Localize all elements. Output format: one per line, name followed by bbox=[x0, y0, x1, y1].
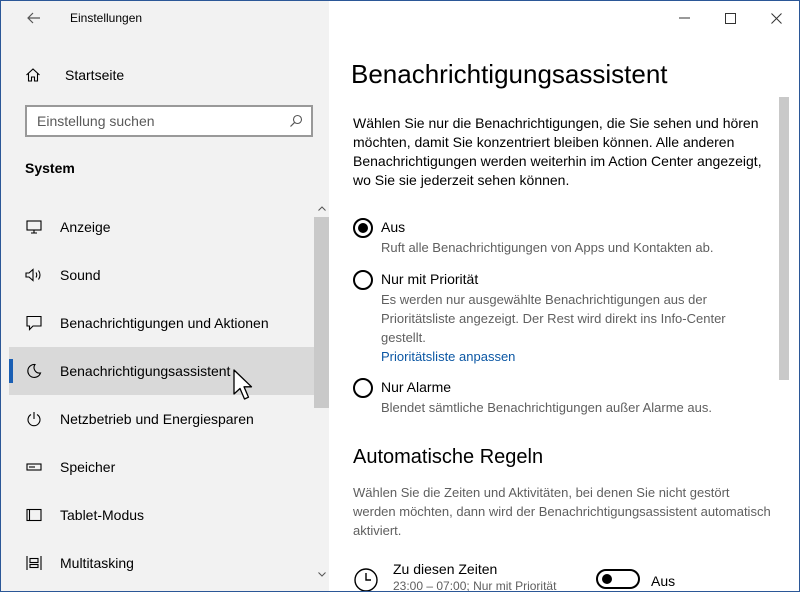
radio-description: Ruft alle Benachrichtigungen von Apps un… bbox=[381, 240, 714, 255]
minimize-button[interactable] bbox=[661, 1, 707, 35]
sidebar-item-label: Anzeige bbox=[60, 219, 111, 235]
sidebar-item-home[interactable]: Startseite bbox=[9, 57, 325, 93]
content-scrollbar[interactable] bbox=[777, 97, 791, 591]
sidebar-item-label: Netzbetrieb und Energiesparen bbox=[60, 411, 254, 427]
settings-window: Einstellungen Startseite Einstellung suc… bbox=[1, 1, 799, 591]
sidebar-item-benachrichtigungsassistent[interactable]: Benachrichtigungsassistent bbox=[9, 347, 314, 395]
sidebar-nav: Anzeige Sound Benachrichtigungen und Akt… bbox=[9, 203, 314, 587]
home-label: Startseite bbox=[65, 67, 125, 83]
maximize-icon bbox=[724, 12, 736, 24]
sidebar-item-benachrichtigungen[interactable]: Benachrichtigungen und Aktionen bbox=[9, 299, 314, 347]
radio-option-nur-prioritaet[interactable]: Nur mit Priorität Es werden nur ausgewäh… bbox=[353, 269, 773, 377]
radio-button[interactable] bbox=[353, 270, 373, 290]
rules-title: Automatische Regeln bbox=[353, 446, 544, 468]
close-button[interactable] bbox=[753, 1, 799, 35]
rule-row-times[interactable]: Zu diesen Zeiten 23:00 – 07:00; Nur mit … bbox=[353, 559, 773, 591]
tablet-icon bbox=[24, 508, 44, 522]
back-arrow-icon bbox=[27, 12, 40, 24]
home-icon bbox=[25, 67, 45, 83]
sidebar-item-label: Tablet-Modus bbox=[60, 507, 145, 523]
window-controls bbox=[661, 1, 799, 35]
speaker-icon bbox=[24, 268, 44, 282]
scroll-up-icon[interactable] bbox=[314, 201, 329, 215]
minimize-icon bbox=[678, 17, 690, 19]
radio-description: Es werden nur ausgewählte Benachrichtigu… bbox=[381, 292, 726, 345]
rules-description: Wählen Sie die Zeiten und Aktivitäten, b… bbox=[353, 485, 771, 538]
sidebar-item-label: Speicher bbox=[60, 459, 116, 475]
storage-icon bbox=[24, 462, 44, 472]
sidebar-item-sound[interactable]: Sound bbox=[9, 251, 314, 299]
sidebar-item-label: Sound bbox=[60, 267, 101, 283]
sidebar-item-label: Benachrichtigungsassistent bbox=[60, 363, 231, 379]
monitor-icon bbox=[24, 220, 44, 234]
sidebar-item-speicher[interactable]: Speicher bbox=[9, 443, 314, 491]
titlebar: Einstellungen bbox=[1, 1, 329, 35]
radio-button[interactable] bbox=[353, 218, 373, 238]
multitasking-icon bbox=[24, 555, 44, 571]
search-input[interactable]: Einstellung suchen bbox=[25, 105, 313, 137]
page-title: Benachrichtigungsassistent bbox=[351, 59, 668, 89]
sidebar-item-anzeige[interactable]: Anzeige bbox=[9, 203, 314, 251]
scroll-down-icon[interactable] bbox=[314, 567, 329, 581]
rule-subtitle: 23:00 – 07:00; Nur mit Priorität bbox=[393, 579, 557, 591]
radio-label: Aus bbox=[381, 219, 406, 235]
intro-text: Wählen Sie nur die Benachrichtigungen, d… bbox=[353, 115, 762, 188]
rule-title: Zu diesen Zeiten bbox=[393, 561, 498, 577]
sidebar-item-tablet-modus[interactable]: Tablet-Modus bbox=[9, 491, 314, 539]
scrollbar-thumb[interactable] bbox=[314, 217, 329, 408]
moon-icon bbox=[24, 363, 44, 379]
app-title: Einstellungen bbox=[70, 11, 143, 25]
search-placeholder: Einstellung suchen bbox=[37, 113, 155, 129]
power-icon bbox=[24, 411, 44, 427]
sidebar-scrollbar[interactable] bbox=[314, 201, 329, 591]
radio-label: Nur mit Priorität bbox=[381, 271, 479, 287]
rule-toggle-switch[interactable] bbox=[596, 569, 640, 589]
priority-list-link[interactable]: Prioritätsliste anpassen bbox=[381, 347, 515, 366]
sidebar-item-label: Multitasking bbox=[60, 555, 134, 571]
content-pane: Benachrichtigungsassistent Wählen Sie nu… bbox=[329, 1, 799, 591]
back-button[interactable] bbox=[19, 7, 49, 29]
sidebar-item-multitasking[interactable]: Multitasking bbox=[9, 539, 314, 587]
radio-option-nur-alarme[interactable]: Nur Alarme Blendet sämtliche Benachricht… bbox=[353, 377, 773, 421]
radio-description: Blendet sämtliche Benachrichtigungen auß… bbox=[381, 400, 712, 415]
search-icon[interactable] bbox=[281, 114, 311, 128]
mouse-cursor-icon bbox=[233, 369, 253, 408]
clock-icon bbox=[353, 567, 379, 591]
toggle-label: Aus bbox=[651, 573, 676, 589]
message-icon bbox=[24, 315, 44, 331]
close-icon bbox=[770, 12, 782, 24]
scrollbar-thumb[interactable] bbox=[779, 97, 789, 380]
radio-option-aus[interactable]: Aus Ruft alle Benachrichtigungen von App… bbox=[353, 217, 773, 269]
sidebar: Einstellungen Startseite Einstellung suc… bbox=[1, 1, 329, 591]
sidebar-item-label: Benachrichtigungen und Aktionen bbox=[60, 315, 269, 331]
sidebar-item-netzbetrieb[interactable]: Netzbetrieb und Energiesparen bbox=[9, 395, 314, 443]
maximize-button[interactable] bbox=[707, 1, 753, 35]
radio-button[interactable] bbox=[353, 378, 373, 398]
radio-label: Nur Alarme bbox=[381, 379, 452, 395]
section-title: System bbox=[25, 160, 75, 176]
focus-mode-radio-group: Aus Ruft alle Benachrichtigungen von App… bbox=[353, 217, 773, 421]
